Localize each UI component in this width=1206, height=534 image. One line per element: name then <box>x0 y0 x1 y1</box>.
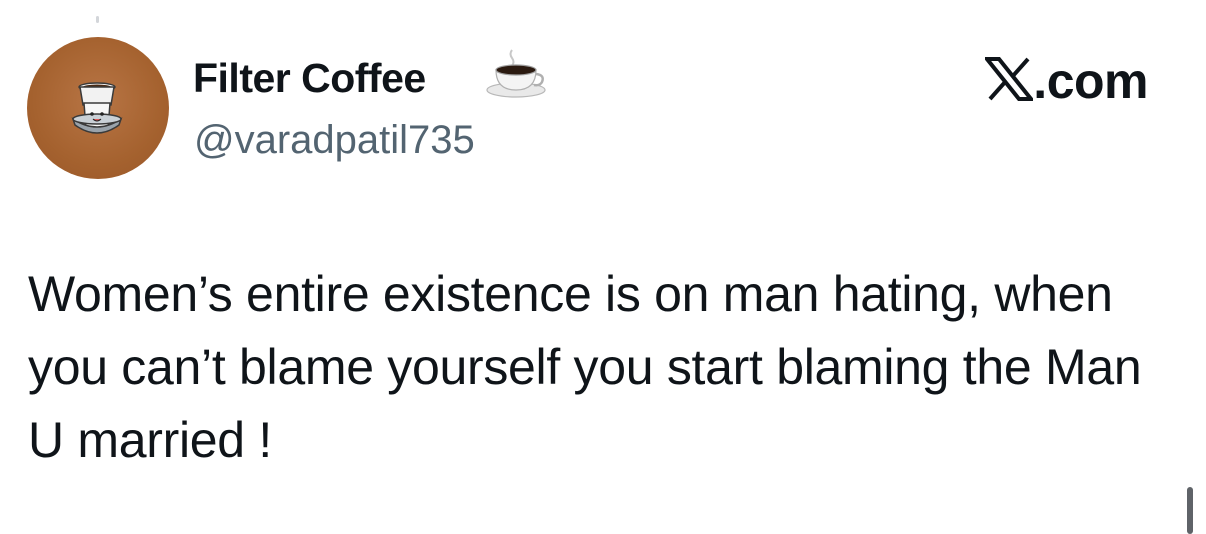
scrollbar[interactable] <box>1187 487 1193 534</box>
brand-watermark: .com <box>983 50 1148 112</box>
brand-label: .com <box>1033 53 1148 109</box>
x-logo-icon <box>983 50 1036 112</box>
filter-coffee-mascot-icon <box>71 82 123 134</box>
top-indicator <box>96 16 99 23</box>
avatar[interactable] <box>27 37 169 179</box>
coffee-cup-icon <box>484 46 548 105</box>
user-handle[interactable]: @varadpatil735 <box>194 114 475 166</box>
tweet-text: Women’s entire existence is on man hatin… <box>28 266 1142 468</box>
display-name[interactable]: Filter Coffee <box>193 52 426 104</box>
